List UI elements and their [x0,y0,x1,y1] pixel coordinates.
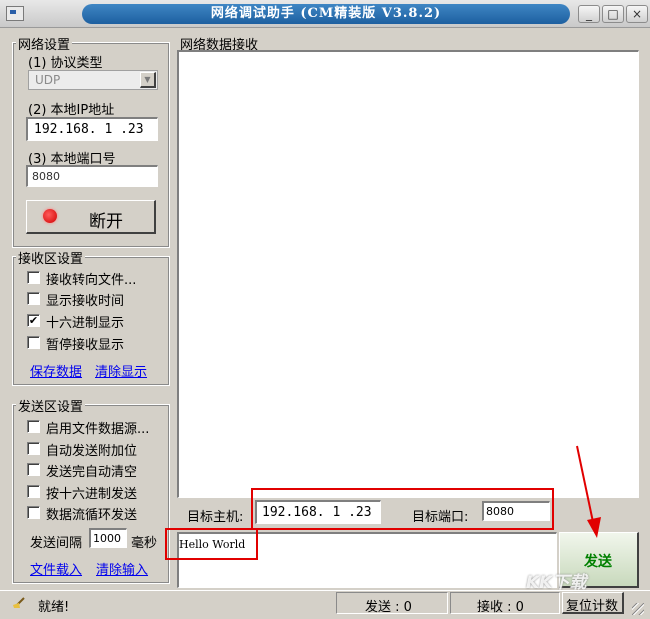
loop-send-checkbox[interactable] [27,506,40,519]
show-receive-time-checkbox[interactable] [27,292,40,305]
send-interval-value: 1000 [93,532,121,545]
auto-clear-checkbox[interactable] [27,463,40,476]
protocol-label: (1) 协议类型 [28,56,103,71]
loop-send-label: 数据流循环发送 [46,508,138,523]
resize-grip-icon[interactable] [632,603,644,615]
receive-to-file-checkbox[interactable] [27,271,40,284]
send-button-label: 发送 [584,554,612,570]
reset-count-button[interactable]: 复位计数 [562,592,624,614]
target-port-input[interactable]: 8080 [482,501,550,521]
hex-send-label: 按十六进制发送 [46,487,138,502]
local-port-value: 8080 [32,170,60,183]
maximize-icon[interactable]: □ [602,5,624,23]
pause-receive-checkbox[interactable] [27,336,40,349]
receive-textarea[interactable] [177,50,639,498]
target-port-label: 目标端口: [412,510,469,525]
disconnect-label: 断开 [89,212,123,232]
target-host-input[interactable]: 192.168. 1 .23 [255,500,381,524]
local-ip-input[interactable]: 192.168. 1 .23 [26,117,158,141]
status-indicator-icon [43,209,57,223]
local-port-input[interactable]: 8080 [26,165,158,187]
target-host-label: 目标主机: [187,510,244,525]
sent-count-cell: 发送 : 0 [336,592,448,615]
show-receive-time-label: 显示接收时间 [46,294,125,309]
hex-display-checkbox[interactable]: ✔ [27,314,40,327]
reset-count-label: 复位计数 [566,599,619,614]
red-arrow-icon [576,445,601,538]
file-source-label: 启用文件数据源... [46,422,150,437]
window-title: 网络调试助手 (CM精装版 V3.8.2) [82,4,570,24]
receive-to-file-label: 接收转向文件... [46,273,137,288]
protocol-value: UDP [35,73,61,87]
local-ip-label: (2) 本地IP地址 [28,103,115,118]
receive-settings-title: 接收区设置 [16,248,86,267]
save-data-link[interactable]: 保存数据 [30,361,82,380]
title-bar: 网络调试助手 (CM精装版 V3.8.2) _ □ × [0,0,650,28]
minimize-icon[interactable]: _ [578,5,600,23]
target-host-value: 192.168. 1 .23 [262,505,372,520]
auto-clear-label: 发送完自动清空 [46,465,138,480]
load-file-link[interactable]: 文件载入 [30,559,82,578]
clear-display-link[interactable]: 清除显示 [95,361,147,380]
auto-append-label: 自动发送附加位 [46,444,138,459]
send-text-annotation-box [165,528,258,560]
local-ip-value: 192.168. 1 .23 [34,122,144,137]
send-interval-label: 发送间隔 [30,536,83,551]
disconnect-button[interactable]: 断开 [26,200,156,234]
send-interval-unit: 毫秒 [131,536,158,551]
send-interval-input[interactable]: 1000 [89,528,127,548]
clear-input-link[interactable]: 清除输入 [96,559,148,578]
hex-display-label: 十六进制显示 [46,316,125,331]
close-icon[interactable]: × [626,5,648,23]
protocol-select[interactable]: UDP ▼ [28,70,158,90]
received-count-cell: 接收 : 0 [450,592,560,615]
pause-receive-label: 暂停接收显示 [46,338,125,353]
file-source-checkbox[interactable] [27,420,40,433]
received-count: 接收 : 0 [477,600,524,615]
hex-send-checkbox[interactable] [27,485,40,498]
sent-count: 发送 : 0 [365,600,412,615]
auto-append-checkbox[interactable] [27,442,40,455]
app-icon[interactable] [6,6,24,21]
target-port-value: 8080 [486,505,514,518]
network-settings-title: 网络设置 [16,34,73,53]
broom-icon [12,597,26,609]
status-text: 就绪! [38,600,70,615]
status-bar: 就绪! 发送 : 0 接收 : 0 复位计数 [0,590,650,619]
chevron-down-icon[interactable]: ▼ [140,72,156,88]
send-settings-title: 发送区设置 [16,396,86,415]
